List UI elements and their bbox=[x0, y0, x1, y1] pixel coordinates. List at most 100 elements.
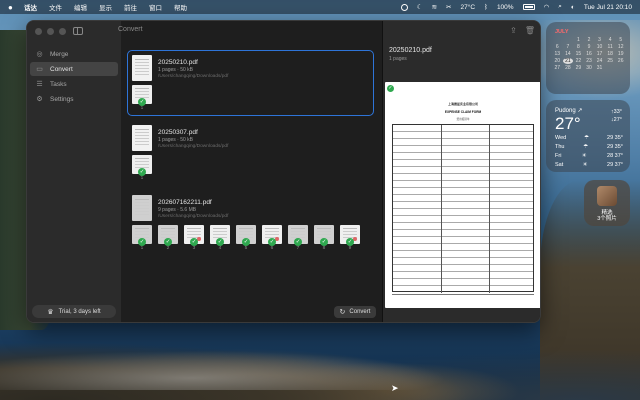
forecast-row: Fri ☀ 28 37° bbox=[555, 153, 623, 162]
sidebar-item-tasks[interactable]: ☰ Tasks bbox=[30, 77, 118, 91]
calendar-day: 13 bbox=[554, 51, 561, 57]
file-meta: 1 pages · 50 kB bbox=[158, 67, 194, 73]
sidebar-item-merge[interactable]: ◎ Merge bbox=[30, 47, 118, 61]
menu-help[interactable]: 帮助 bbox=[174, 2, 187, 12]
wind-icon[interactable]: ≋ bbox=[432, 3, 437, 11]
menu-go[interactable]: 前往 bbox=[124, 2, 137, 12]
check-icon: ✓ bbox=[164, 238, 172, 246]
share-icon[interactable]: ⇪ bbox=[510, 26, 517, 35]
window-controls bbox=[35, 28, 71, 35]
wifi-icon[interactable]: ◠ bbox=[544, 3, 550, 11]
close-window-button[interactable] bbox=[35, 28, 42, 35]
sun-icon: ☀ bbox=[582, 162, 588, 168]
weather-widget[interactable]: Pudong ↗ 27° ↑33° ↓27° Wed ☂ 29 35° Thu … bbox=[546, 100, 630, 172]
calendar-day: 16 bbox=[586, 51, 592, 57]
preview-title: 20250210.pdf bbox=[389, 47, 432, 54]
calendar-day: 21 bbox=[562, 58, 574, 64]
file-card[interactable]: 20250210.pdf 1 pages · 50 kB /Users/chan… bbox=[127, 50, 374, 116]
preview-document[interactable]: ✓ 上海晨星实业有限公司 EXPENSE CLAIM FORM 费用报销单 bbox=[385, 82, 540, 308]
file-name: 20250210.pdf bbox=[158, 59, 198, 66]
photos-widget[interactable]: 精选 3个照片 bbox=[584, 180, 630, 226]
apple-menu-icon[interactable]: ● bbox=[8, 3, 16, 12]
calendar-day: 20 bbox=[554, 58, 561, 64]
page-thumb[interactable]: ✓ 6 bbox=[262, 225, 282, 251]
file-list: 20250210.pdf 1 pages · 50 kB /Users/chan… bbox=[127, 50, 374, 260]
page-thumb[interactable]: ✓ 7 bbox=[288, 225, 308, 251]
bluetooth-icon[interactable]: ᛒ bbox=[484, 4, 488, 11]
sidebar: ◎ Merge ▭ Convert ☰ Tasks ⚙ Settings ♛ T… bbox=[27, 21, 121, 322]
calendar-day: 12 bbox=[617, 44, 624, 50]
forecast-temp: 29 37° bbox=[607, 162, 623, 168]
calendar-day: 5 bbox=[619, 37, 623, 43]
trash-icon[interactable]: 🗑 bbox=[525, 26, 535, 35]
record-icon[interactable] bbox=[400, 3, 408, 11]
doc-title: EXPENSE CLAIM FORM bbox=[444, 110, 482, 114]
battery-icon[interactable] bbox=[522, 4, 535, 10]
file-name: 20250307.pdf bbox=[158, 129, 198, 136]
convert-button-label: Convert bbox=[349, 309, 371, 315]
weather-status[interactable]: 27°C bbox=[461, 4, 476, 11]
calendar-day: 24 bbox=[596, 58, 603, 64]
sidebar-item-label: Settings bbox=[50, 95, 74, 103]
search-icon[interactable]: ⌕ bbox=[558, 3, 562, 11]
weather-high: ↑33° bbox=[610, 109, 622, 115]
calendar-widget[interactable]: JULY 1 2 3 4 5 6 7 8 9 10 11 12 13 14 15 16 17 18 19 20 21 22… bbox=[546, 22, 630, 94]
window-title: Convert bbox=[118, 26, 143, 33]
page-number: 1 bbox=[140, 246, 144, 251]
page-thumb[interactable]: ✓ 1 bbox=[132, 155, 152, 181]
file-meta: 9 pages · 5.6 MB bbox=[158, 207, 197, 213]
trial-button[interactable]: ♛ Trial, 3 days left bbox=[32, 305, 116, 318]
menu-app-name[interactable]: 话达 bbox=[24, 2, 37, 12]
calendar-month: JULY bbox=[555, 29, 569, 35]
page-thumb[interactable]: ✓ 1 bbox=[132, 225, 152, 251]
page-thumb[interactable]: ✓ 4 bbox=[210, 225, 230, 251]
page-thumb[interactable]: ✓ 5 bbox=[236, 225, 256, 251]
sidebar-item-settings[interactable]: ⚙ Settings bbox=[30, 92, 118, 106]
calendar-day: 29 bbox=[575, 65, 582, 71]
file-path: /Users/changqing/Downloads/pdf bbox=[158, 74, 229, 79]
sidebar-item-label: Convert bbox=[50, 65, 73, 73]
sidebar-toggle-icon[interactable] bbox=[73, 27, 83, 35]
menubar-datetime[interactable]: Tue Jul 21 20:10 bbox=[584, 4, 632, 11]
minimize-window-button[interactable] bbox=[47, 28, 54, 35]
calendar-day: 15 bbox=[575, 51, 582, 57]
scissors-icon[interactable]: ✂ bbox=[446, 3, 451, 11]
check-icon: ✓ bbox=[216, 238, 224, 246]
forecast-temp: 29 35° bbox=[607, 144, 623, 150]
calendar-day: 26 bbox=[617, 58, 624, 64]
menu-view[interactable]: 显示 bbox=[99, 2, 112, 12]
photo-thumbnail bbox=[597, 186, 617, 206]
page-thumb[interactable]: ✓ 2 bbox=[158, 225, 178, 251]
page-thumb[interactable]: ✓ 9 bbox=[340, 225, 360, 251]
check-icon: ✓ bbox=[138, 168, 146, 176]
doc-table bbox=[392, 124, 534, 293]
menu-window[interactable]: 窗口 bbox=[149, 2, 162, 12]
file-card[interactable]: 202607162211.pdf 9 pages · 5.6 MB /Users… bbox=[127, 190, 374, 256]
zoom-window-button[interactable] bbox=[59, 28, 66, 35]
moon-icon[interactable]: ☾ bbox=[417, 3, 423, 11]
menu-file[interactable]: 文件 bbox=[49, 2, 62, 12]
page-number: 1 bbox=[140, 176, 144, 181]
page-strip: ✓ 1 ✓ 2 ✓ 3 ✓ 4 ✓ 5 ✓ 6 ✓ 7 ✓ 8 ✓ 9 bbox=[132, 225, 369, 251]
sidebar-item-convert[interactable]: ▭ Convert bbox=[30, 62, 118, 76]
forecast-row: Thu ☂ 29 35° bbox=[555, 144, 623, 153]
weather-temp: 27° bbox=[555, 114, 581, 133]
file-card[interactable]: 20250307.pdf 1 pages · 50 kB /Users/chan… bbox=[127, 120, 374, 186]
photos-label: 精选 3个照片 bbox=[597, 210, 617, 222]
page-thumb[interactable]: ✓ 8 bbox=[314, 225, 334, 251]
mouse-cursor-icon: ➤ bbox=[391, 383, 399, 393]
page-thumb[interactable]: ✓ 1 bbox=[132, 85, 152, 111]
calendar-day: 27 bbox=[554, 65, 561, 71]
battery-percent[interactable]: 100% bbox=[497, 4, 514, 11]
forecast-day: Thu bbox=[555, 144, 565, 150]
weather-high-low: ↑33° ↓27° bbox=[611, 108, 622, 124]
rain-icon: ☂ bbox=[583, 144, 589, 150]
page-number: 4 bbox=[218, 246, 222, 251]
menu-edit[interactable]: 编辑 bbox=[74, 2, 87, 12]
menu-bar: ● 话达 文件 编辑 显示 前往 窗口 帮助 ☾ ≋ ✂ 27°C ᛒ 100%… bbox=[0, 0, 640, 14]
calendar-day: 14 bbox=[565, 51, 571, 57]
app-window: ◎ Merge ▭ Convert ☰ Tasks ⚙ Settings ♛ T… bbox=[26, 20, 541, 323]
control-center-icon[interactable]: ◐ bbox=[571, 4, 575, 11]
convert-button[interactable]: ↻ Convert bbox=[334, 306, 376, 318]
page-thumb[interactable]: ✓ 3 bbox=[184, 225, 204, 251]
